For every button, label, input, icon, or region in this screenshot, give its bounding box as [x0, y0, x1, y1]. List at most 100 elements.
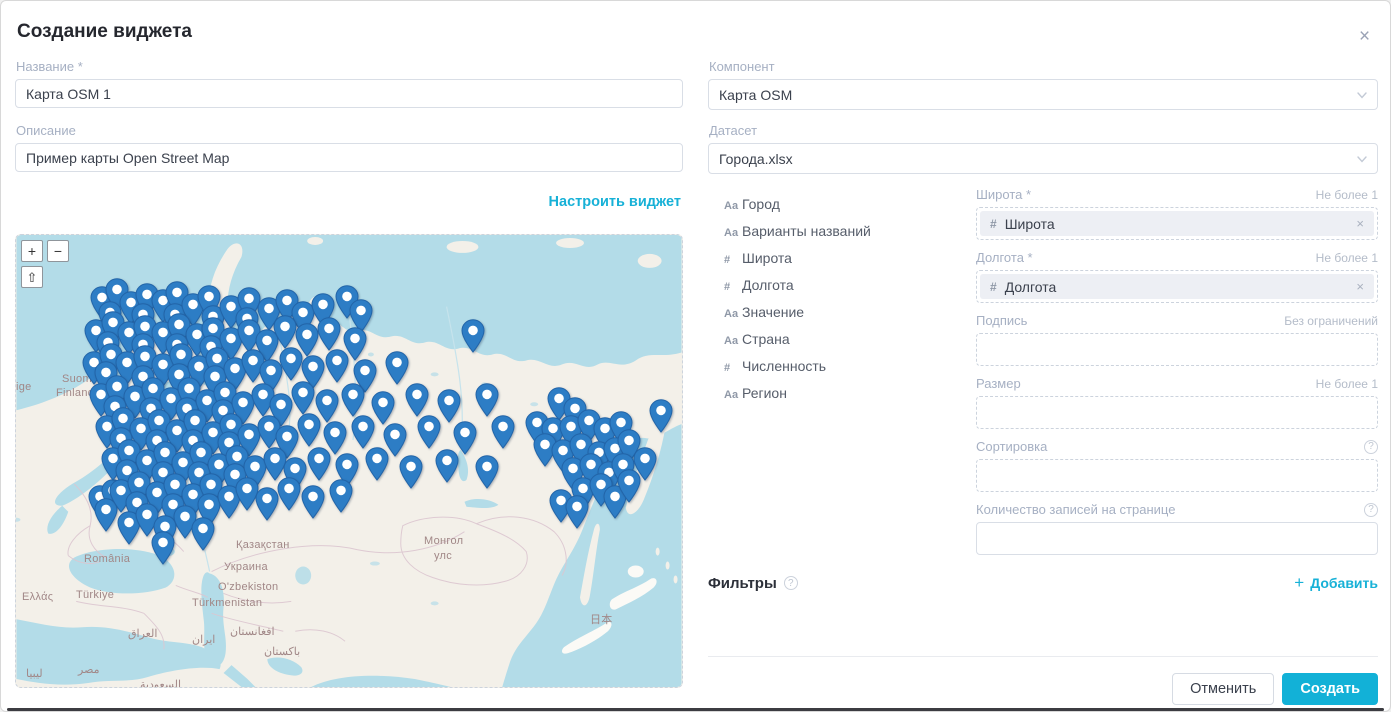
number-type-icon: #: [724, 281, 742, 293]
dataset-field-item[interactable]: AaРегион: [724, 385, 976, 401]
slot-label: Количество записей на странице: [976, 502, 1175, 517]
dataset-select[interactable]: Города.xlsx: [708, 143, 1378, 174]
number-type-icon: #: [724, 254, 742, 266]
map-country-label: افغانستان: [230, 625, 275, 638]
map-marker[interactable]: [461, 319, 485, 358]
configure-widget-link[interactable]: Настроить виджет: [549, 194, 681, 210]
config-slot: Количество записей на странице?: [976, 501, 1378, 555]
slot-dropzone[interactable]: [976, 396, 1378, 429]
dialog-title: Создание виджета: [17, 21, 192, 43]
map-country-label: السعودية: [140, 678, 181, 688]
chip-label: Долгота: [1005, 279, 1057, 295]
map-marker[interactable]: [491, 415, 515, 454]
map-marker[interactable]: [565, 495, 589, 534]
chevron-down-icon: [1357, 92, 1367, 99]
config-slot: Подпись Без ограничений: [976, 312, 1378, 366]
cancel-button[interactable]: Отменить: [1172, 673, 1274, 705]
dataset-value: Города.xlsx: [719, 151, 793, 167]
create-widget-dialog: Создание виджета × Название * Карта OSM …: [0, 0, 1391, 712]
map-country-label: ایران: [192, 633, 215, 646]
dataset-field-item[interactable]: AaГород: [724, 196, 976, 212]
field-chip[interactable]: #Долгота×: [980, 274, 1374, 299]
close-icon[interactable]: ×: [1359, 27, 1370, 46]
map-country-label: العراق: [128, 627, 157, 640]
map-country-label: باکستان: [264, 645, 300, 658]
map-marker[interactable]: [329, 479, 353, 518]
slot-label: Размер: [976, 376, 1021, 391]
map-fullscreen-button[interactable]: ⇧: [21, 266, 43, 288]
field-chip[interactable]: #Широта×: [980, 211, 1374, 236]
dataset-field-name: Долгота: [742, 277, 794, 293]
dataset-field-name: Значение: [742, 304, 804, 320]
config-slots: Широта *Не более 1#Широта×Долгота *Не бо…: [976, 186, 1378, 564]
map-country-label: Ελλάς: [22, 591, 53, 603]
dataset-field-item[interactable]: #Долгота: [724, 277, 976, 293]
slot-dropzone[interactable]: [976, 522, 1378, 555]
footer-divider: [708, 656, 1378, 657]
dataset-field-item[interactable]: AaВарианты названий: [724, 223, 976, 239]
text-type-icon: Aa: [724, 227, 742, 239]
map-country-label: Украина: [224, 561, 268, 573]
number-type-icon: #: [724, 362, 742, 374]
map-marker[interactable]: [633, 447, 657, 486]
dataset-field-name: Страна: [742, 331, 790, 347]
map-marker[interactable]: [255, 487, 279, 526]
map-country-label: România: [84, 553, 130, 565]
dataset-field-name: Город: [742, 196, 780, 212]
component-select[interactable]: Карта OSM: [708, 79, 1378, 110]
map-marker[interactable]: [475, 455, 499, 494]
description-input[interactable]: Пример карты Open Street Map: [15, 143, 683, 172]
map-marker[interactable]: [365, 447, 389, 486]
map-marker[interactable]: [151, 531, 175, 570]
dataset-field-item[interactable]: AaСтрана: [724, 331, 976, 347]
map-country-label: ليبيا: [26, 667, 43, 680]
help-icon[interactable]: ?: [1364, 503, 1378, 517]
text-type-icon: Aa: [724, 335, 742, 347]
map-country-label: ige: [16, 381, 32, 393]
map-marker[interactable]: [399, 455, 423, 494]
filters-title: Фильтры: [708, 575, 777, 592]
dataset-field-item[interactable]: AaЗначение: [724, 304, 976, 320]
slot-dropzone[interactable]: #Широта×: [976, 207, 1378, 240]
create-button[interactable]: Создать: [1282, 673, 1378, 705]
map-marker[interactable]: [307, 447, 331, 486]
component-label: Компонент: [709, 59, 1378, 74]
dataset-field-name: Варианты названий: [742, 223, 871, 239]
map-marker[interactable]: [277, 477, 301, 516]
slot-dropzone[interactable]: [976, 333, 1378, 366]
config-slot: Долгота *Не более 1#Долгота×: [976, 249, 1378, 303]
dataset-field-item[interactable]: #Численность: [724, 358, 976, 374]
map-zoom-out-button[interactable]: −: [47, 240, 69, 262]
map-country-label: Қазақстан: [236, 539, 290, 551]
text-type-icon: Aa: [724, 389, 742, 401]
map-country-label: مصر: [78, 663, 100, 676]
slot-limit-hint: Без ограничений: [1284, 314, 1378, 328]
name-input[interactable]: Карта OSM 1: [15, 79, 683, 108]
add-filter-button[interactable]: + Добавить: [1294, 573, 1378, 593]
remove-chip-icon[interactable]: ×: [1356, 216, 1364, 231]
osm-map[interactable]: SuomiFinlandigeБеларусьУкраинаRomâniaΕλλ…: [15, 234, 683, 688]
map-marker[interactable]: [301, 485, 325, 524]
remove-chip-icon[interactable]: ×: [1356, 279, 1364, 294]
text-type-icon: Aa: [724, 308, 742, 320]
component-value: Карта OSM: [719, 87, 792, 103]
dataset-field-item[interactable]: #Широта: [724, 250, 976, 266]
left-column: Название * Карта OSM 1 Описание Пример к…: [15, 59, 683, 688]
slot-label: Подпись: [976, 313, 1027, 328]
map-marker[interactable]: [435, 449, 459, 488]
slot-dropzone[interactable]: [976, 459, 1378, 492]
map-country-label: Монгол: [424, 535, 463, 547]
slot-dropzone[interactable]: #Долгота×: [976, 270, 1378, 303]
map-marker[interactable]: [191, 517, 215, 556]
help-icon[interactable]: ?: [784, 576, 798, 590]
help-icon[interactable]: ?: [1364, 440, 1378, 454]
map-country-label: Türkiye: [76, 589, 114, 601]
chip-label: Широта: [1005, 216, 1055, 232]
dataset-field-name: Широта: [742, 250, 792, 266]
slot-limit-hint: Не более 1: [1316, 251, 1378, 265]
map-marker[interactable]: [649, 399, 673, 438]
config-slot: Сортировка?: [976, 438, 1378, 492]
description-label: Описание: [16, 123, 683, 138]
map-zoom-in-button[interactable]: +: [21, 240, 43, 262]
slot-limit-hint: Не более 1: [1316, 188, 1378, 202]
